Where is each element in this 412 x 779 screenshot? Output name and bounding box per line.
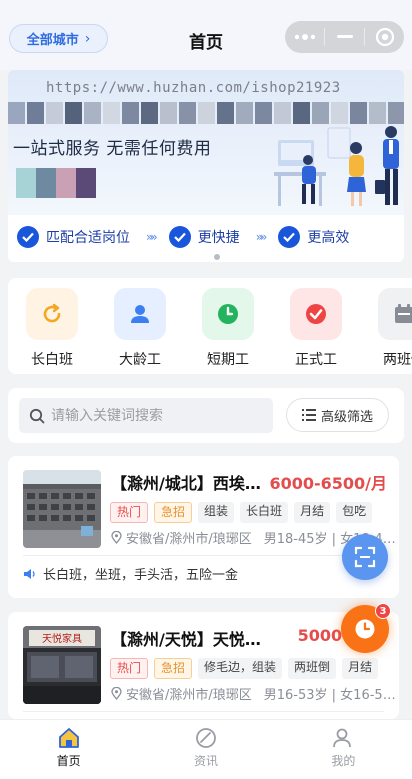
scan-icon bbox=[354, 546, 376, 568]
tag-hot: 热门 bbox=[110, 502, 149, 523]
banner-illustration: https://www.huzhan.com/ishop21923 一站式服务 … bbox=[8, 70, 404, 215]
tag: 长白班 bbox=[240, 502, 289, 523]
more-menu-button[interactable] bbox=[285, 34, 324, 40]
tag: 组装 bbox=[198, 502, 235, 523]
news-icon bbox=[196, 728, 216, 748]
more-dots-icon bbox=[294, 34, 315, 40]
category-label: 正式工 bbox=[295, 352, 337, 368]
mini-program-capsule bbox=[285, 21, 404, 53]
divider bbox=[23, 555, 384, 556]
tag: 月结 bbox=[342, 658, 379, 679]
clock-icon bbox=[355, 619, 375, 639]
calendar-icon bbox=[378, 288, 412, 340]
category-label: 大龄工 bbox=[119, 352, 161, 368]
tab-home[interactable]: 首页 bbox=[0, 720, 137, 779]
header: 全部城市 › 首页 bbox=[0, 0, 412, 70]
company-photo: 天悦家具 bbox=[23, 626, 101, 704]
job-requirement: 男16-53岁 | 女16-5… bbox=[263, 688, 396, 703]
minimize-button[interactable] bbox=[325, 35, 364, 39]
job-tags: 热门 急招 修毛边，组装 两班倒 月结 bbox=[110, 658, 379, 679]
category-long-day-shift[interactable]: 长白班 bbox=[12, 288, 92, 369]
category-two-shifts[interactable]: 两班倒 bbox=[364, 288, 412, 369]
category-full-time[interactable]: 正式工 bbox=[276, 288, 356, 369]
tag-hot: 热门 bbox=[110, 658, 149, 679]
tag: 包吃 bbox=[336, 502, 373, 523]
job-tags: 热门 急招 组装 长白班 月结 包吃 bbox=[110, 502, 373, 523]
feature-label: 匹配合适岗位 bbox=[46, 230, 130, 246]
filter-label: 高级筛选 bbox=[320, 409, 373, 425]
tab-label: 资讯 bbox=[193, 754, 218, 768]
job-benefits: 长白班，坐班，手头活，五险一金 bbox=[43, 568, 239, 583]
tab-label: 我的 bbox=[331, 754, 356, 768]
tag: 月结 bbox=[294, 502, 331, 523]
scan-button[interactable] bbox=[342, 534, 388, 580]
category-older-workers[interactable]: 大龄工 bbox=[100, 288, 180, 369]
job-title: 【滁州/天悦】天悦… bbox=[111, 630, 261, 649]
feature-label: 更高效 bbox=[307, 230, 350, 246]
tab-profile[interactable]: 我的 bbox=[275, 720, 412, 779]
job-title: 【滁州/城北】西埃… bbox=[111, 474, 261, 493]
tag: 两班倒 bbox=[288, 658, 337, 679]
close-mini-program-button[interactable] bbox=[365, 27, 404, 47]
job-card[interactable]: 【滁州/城北】西埃… 6000-6500/月 热门 急招 组装 长白班 月结 包… bbox=[8, 456, 399, 598]
pixelated-logo-block bbox=[16, 168, 96, 198]
tag-urgent: 急招 bbox=[154, 502, 193, 523]
banner-feature-row: 匹配合适岗位 »» 更快捷 »» 更高效 bbox=[8, 220, 404, 254]
tag-urgent: 急招 bbox=[154, 658, 193, 679]
carousel-indicator[interactable] bbox=[214, 254, 220, 260]
job-location: 安徽省/滁州市/琅琊区 bbox=[126, 532, 252, 547]
list-filter-icon bbox=[301, 409, 316, 421]
minus-icon bbox=[336, 35, 353, 38]
clock-icon bbox=[202, 288, 254, 340]
feature-match-jobs: 匹配合适岗位 bbox=[17, 226, 130, 248]
job-location: 安徽省/滁州市/琅琊区 bbox=[126, 688, 252, 703]
refresh-icon bbox=[26, 288, 78, 340]
divider bbox=[23, 711, 384, 712]
speaker-icon bbox=[24, 568, 35, 579]
location-pin-icon bbox=[111, 687, 122, 700]
home-icon bbox=[58, 728, 79, 748]
search-icon bbox=[29, 408, 45, 423]
tab-label: 首页 bbox=[56, 754, 81, 768]
tab-news[interactable]: 资讯 bbox=[137, 720, 274, 779]
bottom-tab-bar: 首页 资讯 我的 bbox=[0, 719, 412, 779]
feature-label: 更快捷 bbox=[197, 230, 240, 246]
tag: 修毛边，组装 bbox=[198, 658, 283, 679]
double-chevron-icon: »» bbox=[146, 230, 158, 244]
search-input[interactable] bbox=[51, 407, 251, 424]
target-circle-icon bbox=[375, 27, 394, 47]
search-box[interactable] bbox=[19, 398, 273, 433]
job-salary: 6000-6500/月 bbox=[269, 474, 387, 493]
banner-slogan: 一站式服务 无需任何费用 bbox=[13, 139, 212, 159]
person-icon bbox=[114, 288, 166, 340]
check-circle-icon bbox=[290, 288, 342, 340]
category-label: 短期工 bbox=[207, 352, 249, 368]
company-photo bbox=[23, 470, 101, 548]
feature-efficient: 更高效 bbox=[278, 226, 349, 248]
location-pin-icon bbox=[111, 531, 122, 544]
job-benefits-row: 长白班，坐班，手头活，五险一金 bbox=[23, 564, 238, 583]
category-label: 长白班 bbox=[31, 352, 73, 368]
notification-badge: 3 bbox=[375, 603, 391, 619]
category-short-term[interactable]: 短期工 bbox=[188, 288, 268, 369]
shop-sign-text: 天悦家具 bbox=[42, 632, 82, 645]
feature-faster: 更快捷 bbox=[168, 226, 240, 248]
banner-watermark: https://www.huzhan.com/ishop21923 bbox=[46, 80, 341, 96]
advanced-filter-button[interactable]: 高级筛选 bbox=[286, 398, 389, 432]
job-category-strip: 长白班 大龄工 短期工 正式工 两班倒 bbox=[8, 278, 412, 374]
office-people-illustration bbox=[274, 126, 399, 206]
double-chevron-icon: »» bbox=[255, 230, 268, 244]
search-bar-card: 高级筛选 bbox=[8, 388, 404, 443]
category-label: 两班倒 bbox=[383, 352, 412, 368]
job-location-row: 安徽省/滁州市/琅琊区 男16-53岁 | 女16-5… bbox=[111, 684, 396, 703]
check-badge-icon bbox=[168, 226, 191, 248]
check-badge-icon bbox=[278, 226, 301, 248]
check-badge-icon bbox=[17, 226, 39, 248]
hero-banner[interactable]: https://www.huzhan.com/ishop21923 一站式服务 … bbox=[8, 70, 404, 262]
user-icon bbox=[333, 728, 352, 748]
